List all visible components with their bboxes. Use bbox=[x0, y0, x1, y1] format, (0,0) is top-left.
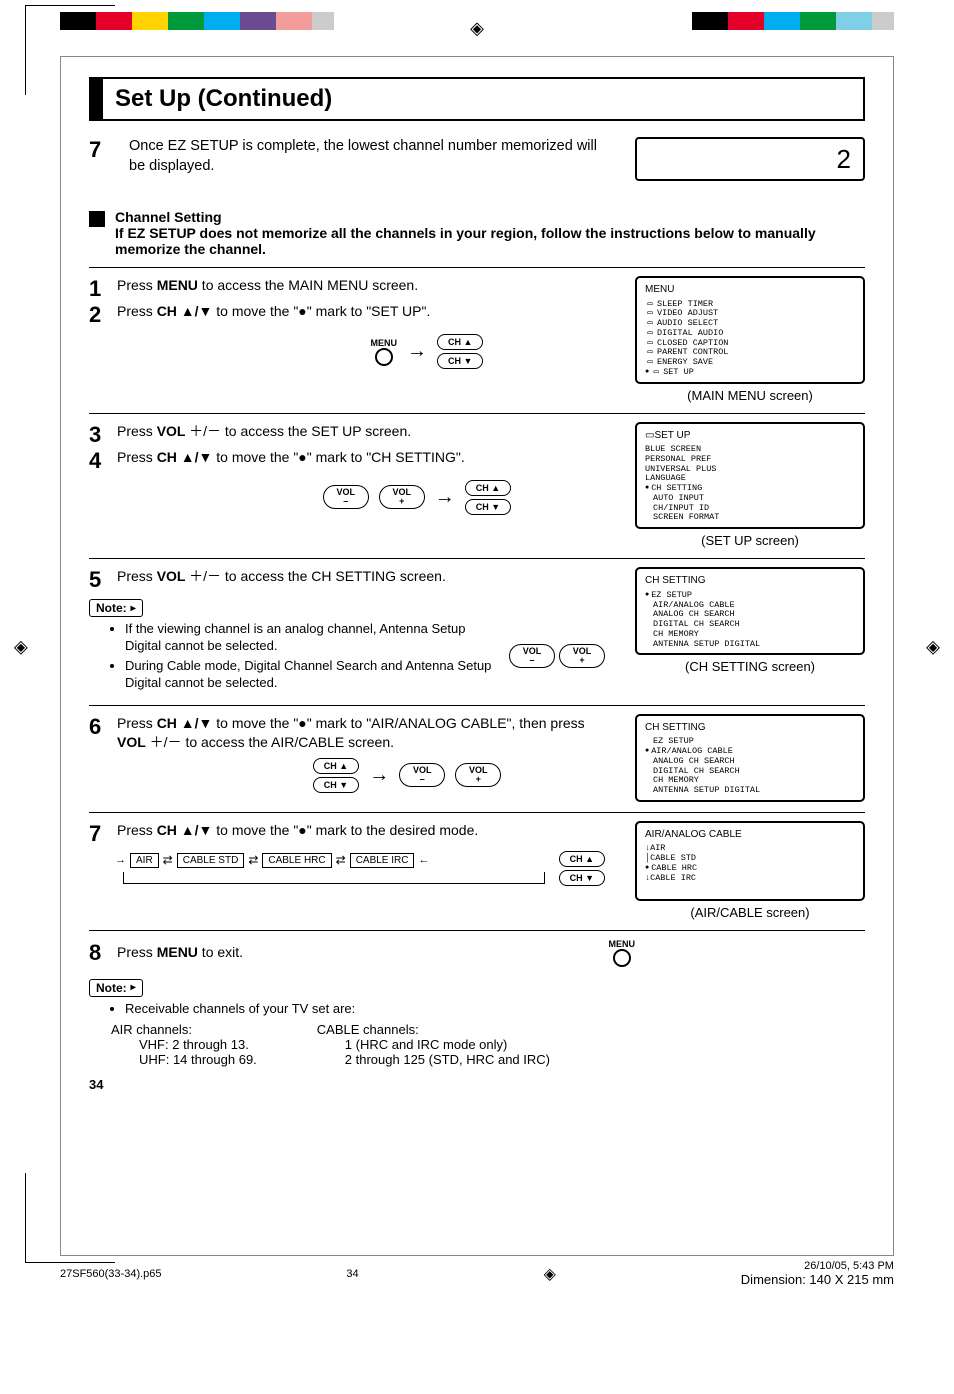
square-bullet-icon bbox=[89, 211, 105, 227]
arrow-right-icon: → bbox=[407, 340, 427, 363]
ch-up-button-icon: CH ▲ bbox=[437, 334, 483, 350]
registration-target-bottom: ◈ bbox=[544, 1264, 556, 1284]
osd-caption: (CH SETTING screen) bbox=[635, 659, 865, 674]
step-text: Press MENU to exit. bbox=[117, 943, 603, 962]
step-text: Once EZ SETUP is complete, the lowest ch… bbox=[129, 137, 597, 176]
registration-target-right: ◈ bbox=[926, 636, 940, 657]
title-text: Set Up (Continued) bbox=[115, 85, 851, 113]
footer-filename: 27SF560(33-34).p65 bbox=[60, 1268, 162, 1280]
arrow-right-icon: → bbox=[369, 764, 389, 787]
registration-colorbar-left bbox=[60, 12, 334, 30]
registration-target-top: ◈ bbox=[470, 18, 484, 39]
vol-down-button-icon: VOL – bbox=[509, 644, 555, 668]
note-item: During Cable mode, Digital Channel Searc… bbox=[125, 658, 501, 692]
mode-cycle-row: → AIR⇄ CABLE STD⇄ CABLE HRC⇄ CABLE IRC ← bbox=[115, 853, 553, 868]
step-number: 2 bbox=[89, 302, 111, 328]
ch-down-button-icon: CH ▼ bbox=[313, 777, 359, 793]
ch-up-button-icon: CH ▲ bbox=[313, 758, 359, 774]
ch-up-button-icon: CH ▲ bbox=[559, 851, 605, 867]
step-text: Press VOL ＋/－ to access the SET UP scree… bbox=[117, 422, 605, 441]
cable-channels-line: 2 through 125 (STD, HRC and IRC) bbox=[345, 1052, 550, 1067]
ch-up-button-icon: CH ▲ bbox=[465, 480, 511, 496]
note-badge: Note: bbox=[89, 979, 143, 997]
ch-down-button-icon: CH ▼ bbox=[437, 353, 483, 369]
air-channels-heading: AIR channels: bbox=[111, 1022, 257, 1037]
note-item: Receivable channels of your TV set are: bbox=[125, 1001, 865, 1018]
step-number: 7 bbox=[89, 137, 109, 163]
ch-down-button-icon: CH ▼ bbox=[559, 870, 605, 886]
osd-air-cable: AIR/ANALOG CABLE ↓AIR │CABLE STD CABLE H… bbox=[635, 821, 865, 901]
step-number: 3 bbox=[89, 422, 111, 448]
footer-date: 26/10/05, 5:43 PM bbox=[741, 1260, 894, 1272]
step-text: Press CH ▲/▼ to move the "●" mark to the… bbox=[117, 821, 605, 840]
channel-display-box: 2 bbox=[635, 137, 865, 181]
osd-ch-setting-2: CH SETTING EZ SETUP AIR/ANALOG CABLE ANA… bbox=[635, 714, 865, 802]
note-item: If the viewing channel is an analog chan… bbox=[125, 621, 501, 655]
osd-ch-setting: CH SETTING EZ SETUP AIR/ANALOG CABLE ANA… bbox=[635, 567, 865, 655]
cable-channels-line: 1 (HRC and IRC mode only) bbox=[345, 1037, 550, 1052]
step-text: Press CH ▲/▼ to move the "●" mark to "CH… bbox=[117, 448, 605, 467]
vol-up-button-icon: VOL + bbox=[379, 485, 425, 509]
footer-dimension: Dimension: 140 X 215 mm bbox=[741, 1272, 894, 1287]
menu-button-icon: MENU bbox=[609, 939, 636, 967]
footer-page: 34 bbox=[346, 1268, 358, 1280]
note-badge: Note: bbox=[89, 599, 143, 617]
step-number: 7 bbox=[89, 821, 111, 847]
arrow-right-icon: → bbox=[435, 486, 455, 509]
step-number: 1 bbox=[89, 276, 111, 302]
osd-main-menu: MENU ▭SLEEP TIMER ▭VIDEO ADJUST ▭AUDIO S… bbox=[635, 276, 865, 384]
step-text: Press CH ▲/▼ to move the "●" mark to "SE… bbox=[117, 302, 605, 321]
step-text: Press CH ▲/▼ to move the "●" mark to "AI… bbox=[117, 714, 605, 752]
step-number: 5 bbox=[89, 567, 111, 593]
loop-bracket-icon bbox=[123, 872, 545, 884]
air-channels-line: UHF: 14 through 69. bbox=[139, 1052, 257, 1067]
registration-colorbar-right bbox=[692, 12, 894, 30]
step-number: 8 bbox=[89, 940, 111, 966]
air-channels-line: VHF: 2 through 13. bbox=[139, 1037, 257, 1052]
osd-caption: (AIR/CABLE screen) bbox=[635, 905, 865, 920]
cable-channels-heading: CABLE channels: bbox=[317, 1022, 550, 1037]
osd-caption: (MAIN MENU screen) bbox=[635, 388, 865, 403]
subsection-title: Channel Setting bbox=[115, 209, 865, 225]
page-content: Set Up (Continued) 7 Once EZ SETUP is co… bbox=[60, 56, 894, 1256]
menu-button-icon: MENU bbox=[371, 338, 398, 366]
step-text: Press MENU to access the MAIN MENU scree… bbox=[117, 276, 605, 295]
step-number: 4 bbox=[89, 448, 111, 474]
vol-up-button-icon: VOL + bbox=[559, 644, 605, 668]
vol-down-button-icon: VOL – bbox=[399, 763, 445, 787]
ch-down-button-icon: CH ▼ bbox=[465, 499, 511, 515]
osd-setup-menu: ▭SET UP BLUE SCREEN PERSONAL PREF UNIVER… bbox=[635, 422, 865, 530]
step-number: 6 bbox=[89, 714, 111, 740]
vol-up-button-icon: VOL + bbox=[455, 763, 501, 787]
step-text: Press VOL ＋/－ to access the CH SETTING s… bbox=[117, 567, 605, 586]
vol-down-button-icon: VOL – bbox=[323, 485, 369, 509]
page-number: 34 bbox=[89, 1077, 865, 1092]
osd-caption: (SET UP screen) bbox=[635, 533, 865, 548]
channel-display-value: 2 bbox=[837, 144, 851, 175]
registration-target-left: ◈ bbox=[14, 636, 28, 657]
subsection-sub: If EZ SETUP does not memorize all the ch… bbox=[115, 225, 865, 257]
section-title: Set Up (Continued) bbox=[89, 77, 865, 121]
